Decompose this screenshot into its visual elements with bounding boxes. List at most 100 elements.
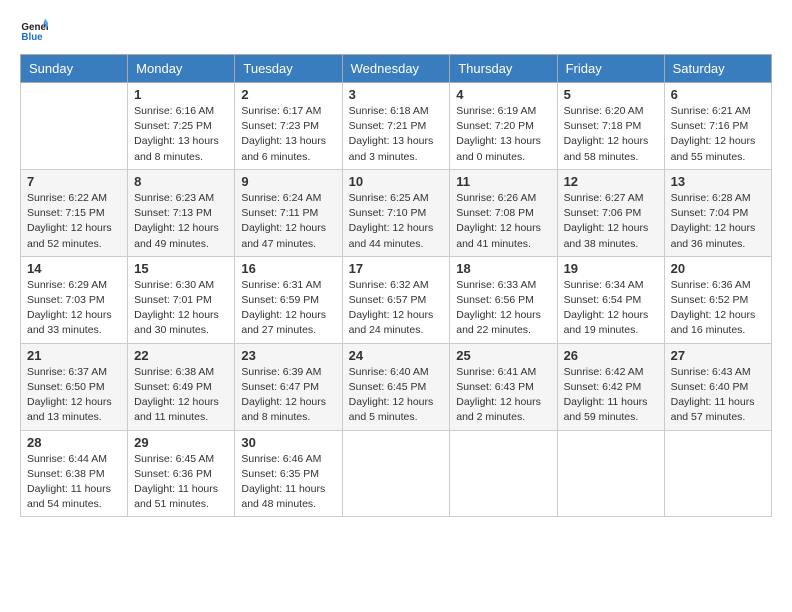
sunrise: Sunrise: 6:46 AM	[241, 453, 321, 465]
daylight: Daylight: 11 hours and 51 minutes.	[134, 483, 218, 510]
calendar-cell: 5Sunrise: 6:20 AMSunset: 7:18 PMDaylight…	[557, 83, 664, 170]
day-number: 28	[27, 435, 121, 450]
calendar-cell: 6Sunrise: 6:21 AMSunset: 7:16 PMDaylight…	[664, 83, 771, 170]
sunset: Sunset: 6:59 PM	[241, 294, 319, 306]
sunset: Sunset: 6:56 PM	[456, 294, 534, 306]
day-info: Sunrise: 6:34 AMSunset: 6:54 PMDaylight:…	[564, 278, 658, 339]
calendar-cell	[557, 430, 664, 517]
sunrise: Sunrise: 6:21 AM	[671, 105, 751, 117]
sunset: Sunset: 6:57 PM	[349, 294, 427, 306]
daylight: Daylight: 12 hours and 27 minutes.	[241, 309, 326, 336]
day-info: Sunrise: 6:42 AMSunset: 6:42 PMDaylight:…	[564, 365, 658, 426]
sunrise: Sunrise: 6:24 AM	[241, 192, 321, 204]
sunset: Sunset: 6:43 PM	[456, 381, 534, 393]
calendar-week-row: 7 Sunrise: 6:22 AM Sunset: 7:15 PM Daylight…	[21, 169, 772, 256]
day-info: Sunrise: 6:38 AMSunset: 6:49 PMDaylight:…	[134, 365, 228, 426]
day-info: Sunrise: 6:27 AMSunset: 7:06 PMDaylight:…	[564, 191, 658, 252]
sunset: Sunset: 7:20 PM	[456, 120, 534, 132]
calendar-cell: 7Sunrise: 6:22 AMSunset: 7:15 PMDaylight…	[21, 169, 128, 256]
sunrise: Sunrise: 6:39 AM	[241, 366, 321, 378]
calendar-cell	[664, 430, 771, 517]
calendar-cell: 25Sunrise: 6:41 AMSunset: 6:43 PMDayligh…	[450, 343, 557, 430]
sunset: Sunset: 7:15 PM	[27, 207, 105, 219]
daylight: Daylight: 12 hours and 2 minutes.	[456, 396, 541, 423]
sunset: Sunset: 7:18 PM	[564, 120, 642, 132]
calendar-cell: 16Sunrise: 6:31 AMSunset: 6:59 PMDayligh…	[235, 256, 342, 343]
day-info: Sunrise: 6:45 AM Sunset: 6:36 PM Daylight:…	[134, 452, 228, 513]
sunrise: Sunrise: 6:26 AM	[456, 192, 536, 204]
sunset: Sunset: 7:16 PM	[671, 120, 749, 132]
calendar-week-row: 14Sunrise: 6:29 AMSunset: 7:03 PMDayligh…	[21, 256, 772, 343]
day-number: 30	[241, 435, 335, 450]
calendar-cell: 11Sunrise: 6:26 AMSunset: 7:08 PMDayligh…	[450, 169, 557, 256]
sunset: Sunset: 6:36 PM	[134, 468, 212, 480]
calendar-cell: 22Sunrise: 6:38 AMSunset: 6:49 PMDayligh…	[128, 343, 235, 430]
daylight: Daylight: 12 hours and 19 minutes.	[564, 309, 649, 336]
svg-text:Blue: Blue	[21, 32, 43, 43]
sunrise: Sunrise: 6:19 AM	[456, 105, 536, 117]
calendar-cell: 20Sunrise: 6:36 AMSunset: 6:52 PMDayligh…	[664, 256, 771, 343]
sunrise: Sunrise: 6:41 AM	[456, 366, 536, 378]
sunrise: Sunrise: 6:40 AM	[349, 366, 429, 378]
day-info: Sunrise: 6:23 AM Sunset: 7:13 PM Daylight:…	[134, 191, 228, 252]
calendar-cell: 15Sunrise: 6:30 AMSunset: 7:01 PMDayligh…	[128, 256, 235, 343]
daylight: Daylight: 11 hours and 59 minutes.	[564, 396, 648, 423]
calendar-cell	[21, 83, 128, 170]
day-info: Sunrise: 6:20 AMSunset: 7:18 PMDaylight:…	[564, 104, 658, 165]
daylight: Daylight: 13 hours and 3 minutes.	[349, 135, 434, 162]
day-number: 26	[564, 348, 658, 363]
calendar-cell: 27Sunrise: 6:43 AMSunset: 6:40 PMDayligh…	[664, 343, 771, 430]
sunrise: Sunrise: 6:23 AM	[134, 192, 214, 204]
sunset: Sunset: 7:21 PM	[349, 120, 427, 132]
daylight: Daylight: 12 hours and 55 minutes.	[671, 135, 756, 162]
day-number: 3	[349, 87, 444, 102]
sunset: Sunset: 7:11 PM	[241, 207, 318, 219]
daylight: Daylight: 12 hours and 49 minutes.	[134, 222, 219, 249]
daylight: Daylight: 13 hours and 6 minutes.	[241, 135, 326, 162]
calendar-cell: 13Sunrise: 6:28 AMSunset: 7:04 PMDayligh…	[664, 169, 771, 256]
daylight: Daylight: 12 hours and 44 minutes.	[349, 222, 434, 249]
sunrise: Sunrise: 6:44 AM	[27, 453, 107, 465]
calendar-cell: 28Sunrise: 6:44 AMSunset: 6:38 PMDayligh…	[21, 430, 128, 517]
day-number: 1	[134, 87, 228, 102]
weekday-header: Monday	[128, 55, 235, 83]
sunset: Sunset: 7:13 PM	[134, 207, 212, 219]
calendar-header-row: SundayMondayTuesdayWednesdayThursdayFrid…	[21, 55, 772, 83]
sunset: Sunset: 7:06 PM	[564, 207, 642, 219]
calendar-cell: 21Sunrise: 6:37 AMSunset: 6:50 PMDayligh…	[21, 343, 128, 430]
sunrise: Sunrise: 6:45 AM	[134, 453, 214, 465]
calendar-week-row: 1 Sunrise: 6:16 AMSunset: 7:25 PMDaylight…	[21, 83, 772, 170]
sunset: Sunset: 6:45 PM	[349, 381, 427, 393]
day-info: Sunrise: 6:17 AMSunset: 7:23 PMDaylight:…	[241, 104, 335, 165]
day-info: Sunrise: 6:29 AMSunset: 7:03 PMDaylight:…	[27, 278, 121, 339]
day-info: Sunrise: 6:30 AMSunset: 7:01 PMDaylight:…	[134, 278, 228, 339]
day-info: Sunrise: 6:41 AM Sunset: 6:43 PM Daylight:…	[456, 365, 550, 426]
day-info: Sunrise: 6:16 AMSunset: 7:25 PMDaylight:…	[134, 104, 228, 165]
daylight: Daylight: 12 hours and 8 minutes.	[241, 396, 326, 423]
day-info: Sunrise: 6:39 AMSunset: 6:47 PMDaylight:…	[241, 365, 335, 426]
sunset: Sunset: 6:35 PM	[241, 468, 319, 480]
daylight: Daylight: 13 hours and 8 minutes.	[134, 135, 219, 162]
logo-icon: General Blue	[20, 16, 48, 44]
page-header: General Blue	[20, 16, 772, 44]
calendar-cell: 17Sunrise: 6:32 AMSunset: 6:57 PMDayligh…	[342, 256, 450, 343]
calendar-cell: 4Sunrise: 6:19 AMSunset: 7:20 PMDaylight…	[450, 83, 557, 170]
day-number: 9	[241, 174, 335, 189]
sunset: Sunset: 7:10 PM	[349, 207, 427, 219]
logo: General Blue	[20, 16, 52, 44]
day-number: 18	[456, 261, 550, 276]
day-info: Sunrise: 6:18 AMSunset: 7:21 PMDaylight:…	[349, 104, 444, 165]
day-info: Sunrise: 6:36 AMSunset: 6:52 PMDaylight:…	[671, 278, 765, 339]
calendar-cell: 19Sunrise: 6:34 AMSunset: 6:54 PMDayligh…	[557, 256, 664, 343]
daylight: Daylight: 11 hours and 48 minutes.	[241, 483, 325, 510]
sunrise: Sunrise: 6:22 AM	[27, 192, 107, 204]
sunrise: Sunrise: 6:34 AM	[564, 279, 644, 291]
sunset: Sunset: 7:01 PM	[134, 294, 212, 306]
sunset: Sunset: 7:08 PM	[456, 207, 534, 219]
day-number: 7	[27, 174, 121, 189]
weekday-header: Saturday	[664, 55, 771, 83]
calendar-cell: 14Sunrise: 6:29 AMSunset: 7:03 PMDayligh…	[21, 256, 128, 343]
daylight: Daylight: 12 hours and 16 minutes.	[671, 309, 756, 336]
sunrise: Sunrise: 6:36 AM	[671, 279, 751, 291]
calendar-cell	[342, 430, 450, 517]
